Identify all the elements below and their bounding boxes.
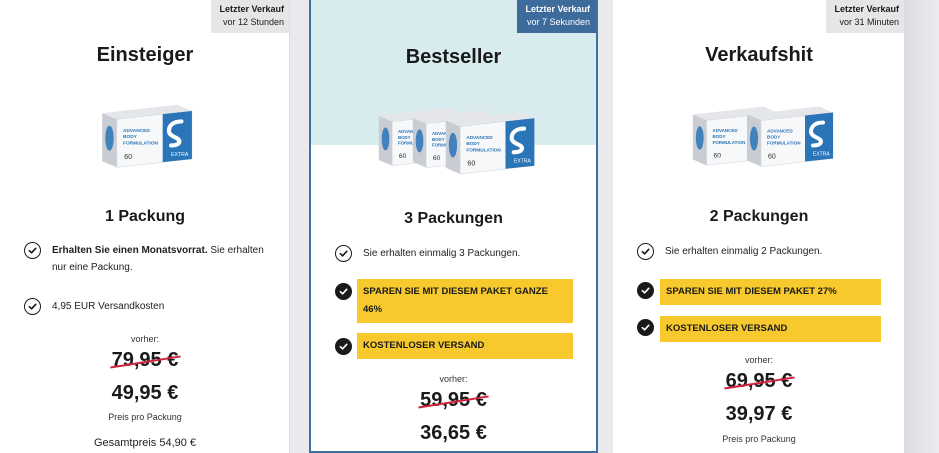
product-image-box-front — [743, 102, 835, 169]
savings-highlight: SPAREN SIE MIT DIESEM PAKET 27% — [660, 279, 881, 305]
feature-savings — [335, 283, 352, 300]
last-sale-time: vor 12 Stunden — [222, 17, 284, 27]
before-label: vorher: — [439, 374, 468, 384]
card-title: Einsteiger — [96, 44, 194, 66]
last-sale-badge: Letzter Verkauf vor 7 Sekunden — [517, 0, 596, 33]
feature-savings — [637, 282, 654, 299]
free-shipping-highlight: KOSTENLOSER VERSAND — [357, 333, 573, 359]
price-per-package-label: Preis pro Packung — [108, 412, 182, 422]
check-icon — [637, 243, 654, 260]
feature-bold-text: Erhalten Sie einen Monatsvorrat. — [52, 245, 208, 256]
feature-package-count: Sie erhalten einmalig 3 Packungen. — [335, 245, 575, 262]
last-sale-badge: Letzter Verkauf vor 12 Stunden — [211, 0, 290, 33]
card-title: Bestseller — [405, 46, 502, 68]
check-filled-icon — [335, 338, 352, 355]
product-image-box-front — [441, 108, 537, 176]
check-icon — [335, 245, 352, 262]
new-price: 39,97 € — [725, 403, 793, 425]
offer-card-einsteiger[interactable]: Letzter Verkauf vor 12 Stunden Einsteige… — [0, 0, 290, 453]
before-label: vorher: — [130, 334, 159, 344]
feature-text: Sie erhalten einmalig 3 Packungen. — [363, 248, 521, 259]
feature-monthly-supply: Erhalten Sie einen Monatsvorrat. Sie erh… — [24, 242, 264, 276]
check-icon — [24, 298, 41, 315]
package-quantity: 3 Packungen — [404, 210, 503, 227]
page-edge-shadow — [905, 0, 939, 453]
old-price: 59,95 € — [418, 389, 489, 412]
feature-package-count: Sie erhalten einmalig 2 Packungen. — [637, 243, 877, 260]
last-sale-badge: Letzter Verkauf vor 31 Minuten — [826, 0, 905, 33]
package-quantity: 2 Packungen — [709, 208, 809, 225]
savings-highlight: SPAREN SIE MIT DIESEM PAKET GANZE 46% — [357, 279, 573, 323]
last-sale-label: Letzter Verkauf — [525, 4, 590, 14]
check-filled-icon — [335, 283, 352, 300]
before-label: vorher: — [744, 355, 773, 365]
check-filled-icon — [637, 319, 654, 336]
new-price: 36,65 € — [420, 422, 487, 444]
feature-free-shipping — [637, 319, 654, 336]
card-title: Verkaufshit — [705, 44, 813, 66]
offer-card-verkaufshit[interactable]: Letzter Verkauf vor 31 Minuten Verkaufsh… — [613, 0, 905, 453]
check-icon — [24, 242, 41, 259]
feature-text: 4,95 EUR Versandkosten — [52, 301, 165, 312]
price-per-package-label: Preis pro Packung — [722, 434, 796, 444]
offer-card-bestseller[interactable]: Letzter Verkauf vor 7 Sekunden Bestselle… — [309, 0, 598, 453]
package-quantity: 1 Packung — [104, 208, 186, 225]
last-sale-time: vor 31 Minuten — [839, 17, 899, 27]
old-price: 69,95 € — [723, 370, 795, 393]
free-shipping-highlight: KOSTENLOSER VERSAND — [660, 316, 881, 342]
product-image-1-pack — [98, 100, 194, 170]
feature-free-shipping — [335, 338, 352, 355]
old-price: 79,95 € — [109, 349, 181, 372]
feature-text: Sie erhalten einmalig 2 Packungen. — [665, 246, 823, 257]
new-price: 49,95 € — [111, 382, 179, 404]
last-sale-label: Letzter Verkauf — [219, 4, 284, 14]
feature-shipping-cost: 4,95 EUR Versandkosten — [24, 298, 264, 315]
check-filled-icon — [637, 282, 654, 299]
last-sale-time: vor 7 Sekunden — [526, 17, 590, 27]
total-price: Gesamtpreis 54,90 € — [93, 437, 197, 449]
last-sale-label: Letzter Verkauf — [834, 4, 899, 14]
